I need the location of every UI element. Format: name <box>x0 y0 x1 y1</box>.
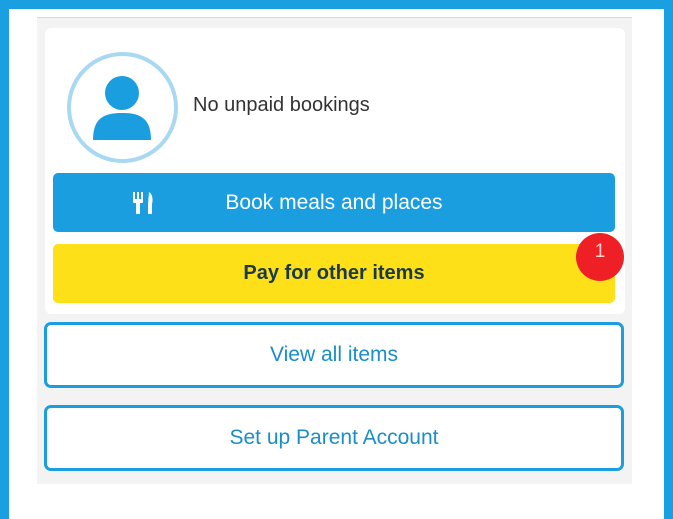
setup-parent-account-label: Set up Parent Account <box>229 426 439 449</box>
book-meals-button[interactable]: Book meals and places <box>53 173 615 232</box>
frame-right-border <box>664 0 673 519</box>
pay-other-items-label: Pay for other items <box>243 262 425 284</box>
book-meals-label: Book meals and places <box>225 190 443 214</box>
setup-parent-account-button[interactable]: Set up Parent Account <box>44 405 624 471</box>
notification-badge: 1 <box>576 233 624 281</box>
person-icon <box>93 76 151 140</box>
view-all-items-label: View all items <box>270 343 398 366</box>
unpaid-status-text: No unpaid bookings <box>193 94 370 116</box>
view-all-items-button[interactable]: View all items <box>44 322 624 388</box>
frame-left-border <box>0 0 9 519</box>
avatar <box>67 52 178 163</box>
frame-top-border <box>0 0 673 9</box>
pay-other-items-button[interactable]: Pay for other items <box>53 244 615 303</box>
fork-knife-icon <box>133 192 153 214</box>
